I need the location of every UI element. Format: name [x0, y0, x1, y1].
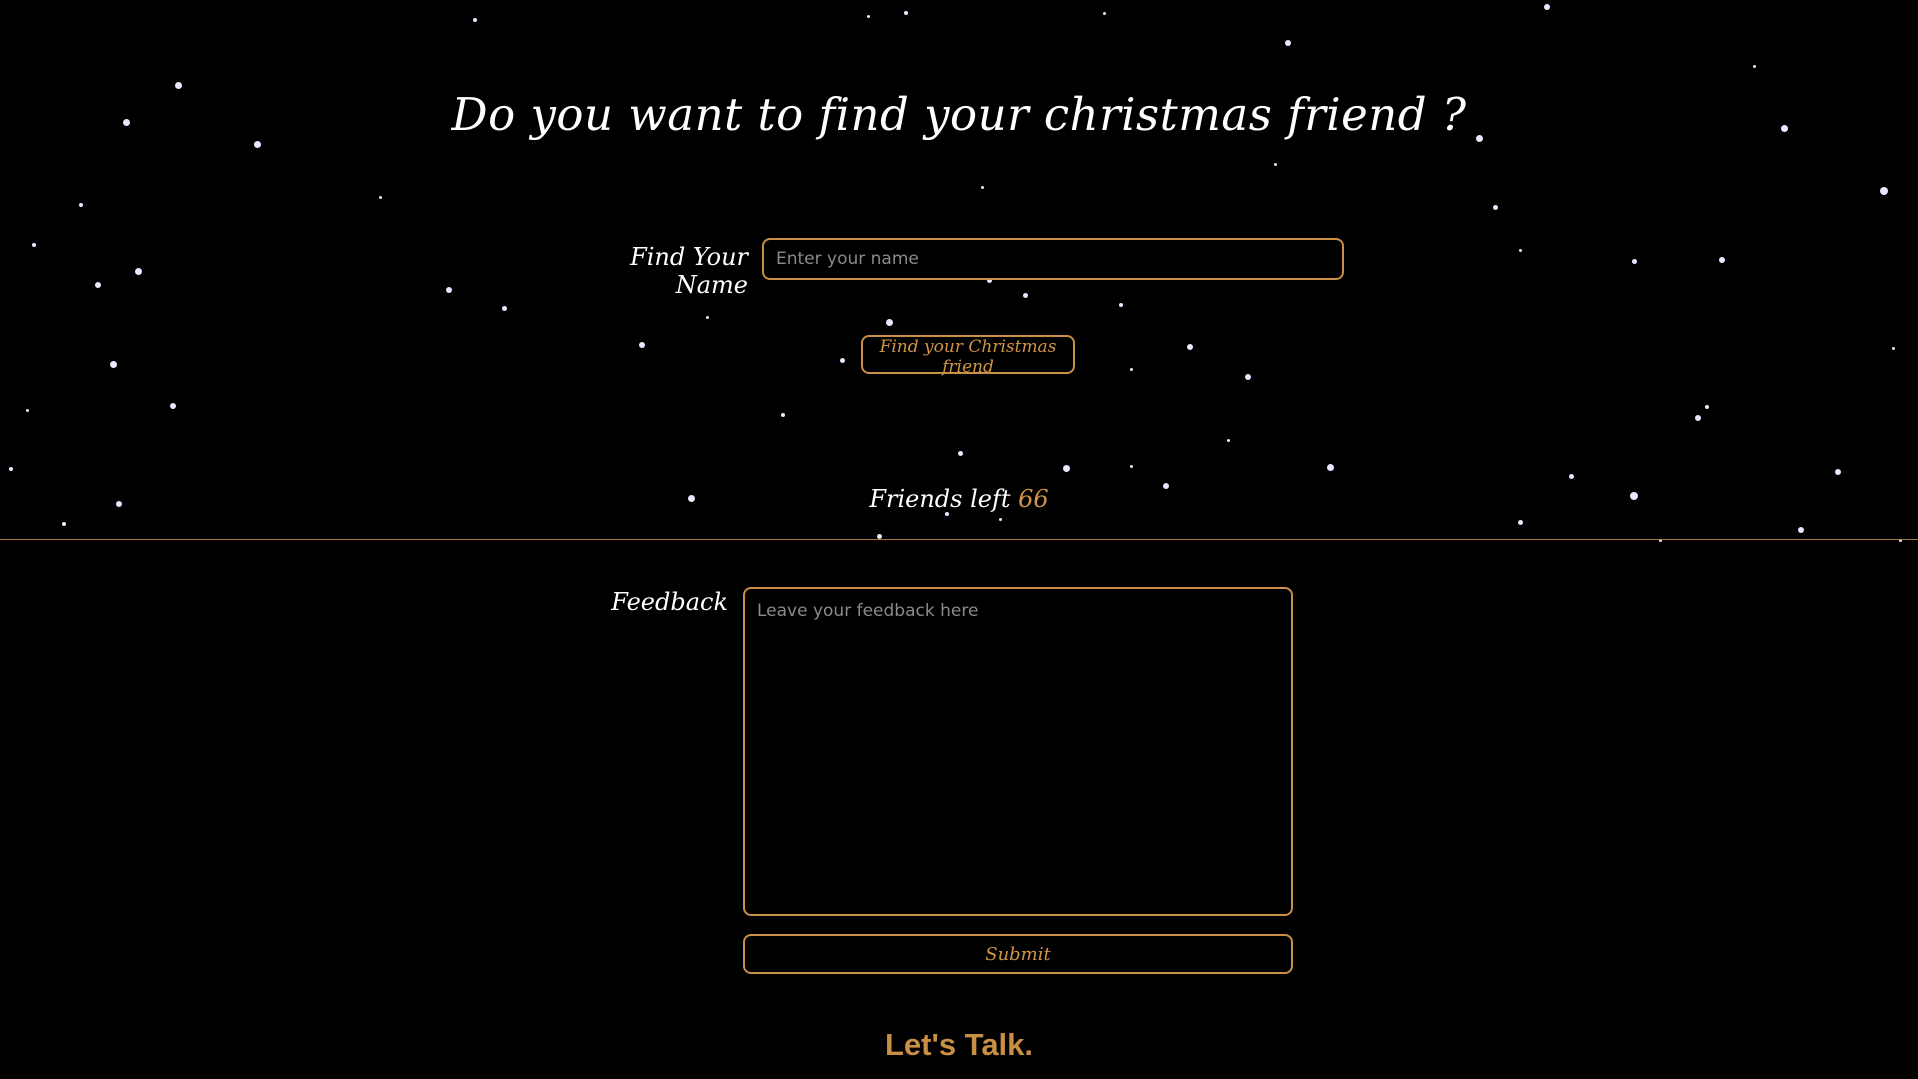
- snowflake: [473, 18, 477, 22]
- snowflake: [1129, 464, 1133, 468]
- snowflake: [876, 533, 882, 539]
- snowflake: [25, 408, 29, 412]
- submit-button[interactable]: Submit: [743, 934, 1293, 974]
- name-input[interactable]: [762, 238, 1344, 280]
- snowflake: [1631, 258, 1637, 264]
- snowflake: [1492, 204, 1498, 210]
- friends-left-label: Friends left: [869, 485, 1011, 513]
- snowflake: [1835, 469, 1841, 475]
- snowflake: [134, 267, 142, 275]
- snowflake: [446, 287, 452, 293]
- snowflake: [1129, 367, 1133, 371]
- snowflake: [9, 467, 13, 471]
- feedback-label: Feedback: [611, 588, 728, 616]
- snowflake: [378, 195, 382, 199]
- snowflake: [639, 342, 645, 348]
- snowflake: [501, 305, 507, 311]
- find-christmas-friend-button[interactable]: Find your Christmas friend: [861, 335, 1075, 377]
- snowflake: [1285, 40, 1291, 46]
- find-name-label: Find Your Name: [630, 243, 748, 299]
- snowflake: [1568, 473, 1574, 479]
- snowflake: [1326, 463, 1334, 471]
- snowflake: [1880, 187, 1888, 195]
- snowflake: [1752, 64, 1756, 68]
- snowflake: [705, 315, 709, 319]
- feedback-textarea[interactable]: [743, 587, 1293, 916]
- snowflake: [1102, 11, 1106, 15]
- friends-left-count: 66: [1018, 485, 1049, 513]
- snowflake: [1891, 346, 1895, 350]
- snowflake: [1705, 405, 1709, 409]
- snowflake: [62, 522, 66, 526]
- snowflake: [253, 140, 261, 148]
- snowflake: [904, 11, 908, 15]
- snowflake: [1226, 438, 1230, 442]
- snowflake: [1062, 464, 1070, 472]
- snowflake: [1517, 519, 1523, 525]
- lets-talk-heading: Let's Talk.: [884, 1027, 1034, 1062]
- snowflake: [1719, 257, 1725, 263]
- snowflake: [1022, 292, 1028, 298]
- snowflake: [1187, 344, 1193, 350]
- section-divider: [0, 539, 1918, 540]
- snowflake: [109, 360, 117, 368]
- snowflake: [1544, 4, 1550, 10]
- snowflake: [1119, 303, 1123, 307]
- snowflake: [1518, 248, 1522, 252]
- snowflake: [781, 413, 785, 417]
- snowflake: [998, 517, 1002, 521]
- snowflake: [866, 14, 870, 18]
- snowflake: [1245, 374, 1251, 380]
- snowflake: [1695, 415, 1701, 421]
- friends-left-counter: Friends left 66: [0, 485, 1918, 513]
- snowflake: [885, 318, 893, 326]
- snowflake: [170, 403, 176, 409]
- snowflake: [79, 203, 83, 207]
- snowflake: [957, 450, 963, 456]
- snowflake: [980, 185, 984, 189]
- snowflake: [32, 243, 36, 247]
- snowflake: [1273, 162, 1277, 166]
- snowflake: [95, 282, 101, 288]
- snowflake: [839, 357, 845, 363]
- page-title: Do you want to find your christmas frien…: [451, 88, 1467, 141]
- snowflake: [1798, 527, 1804, 533]
